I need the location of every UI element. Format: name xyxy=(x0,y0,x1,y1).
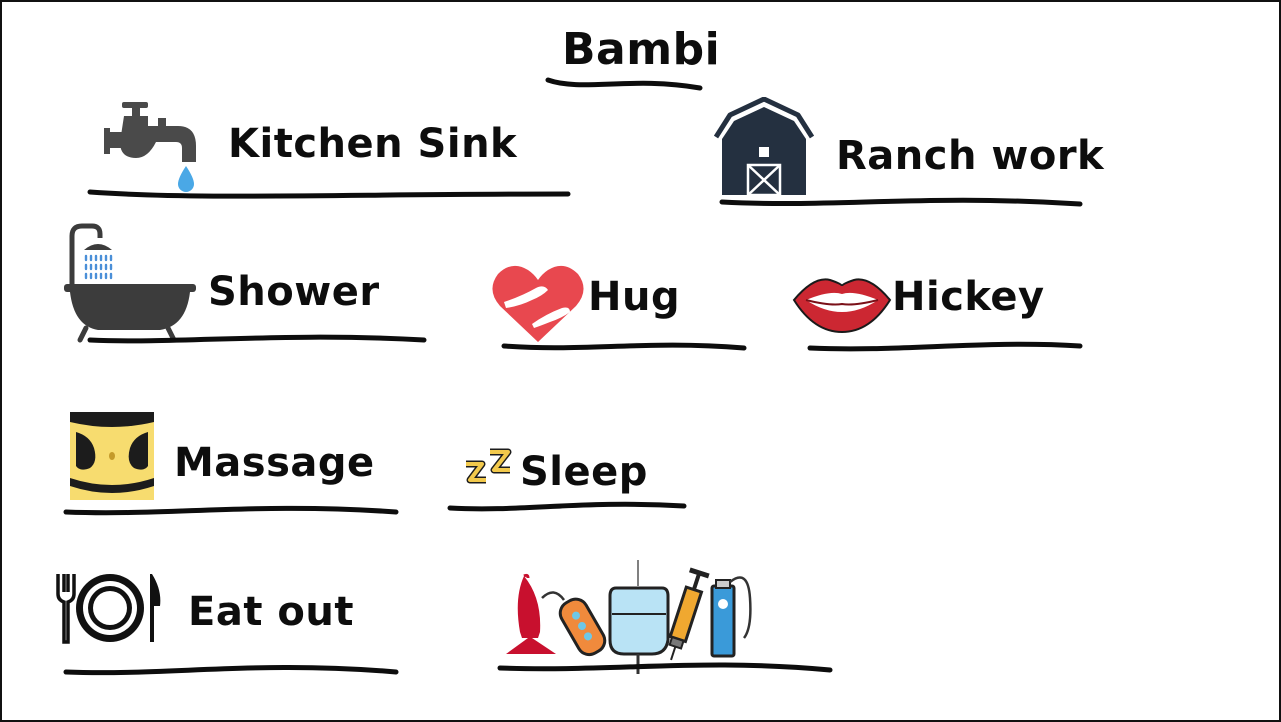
ranch-work-underline xyxy=(719,197,1083,207)
item-label-hickey: Hickey xyxy=(892,274,1045,320)
plate-cutlery-icon xyxy=(56,574,161,644)
page-title: Bambi xyxy=(562,24,721,75)
barn-icon xyxy=(714,97,814,197)
toys-underline xyxy=(497,662,833,673)
item-label-kitchen-sink: Kitchen Sink xyxy=(228,121,518,167)
item-label-hug: Hug xyxy=(588,274,681,320)
bathtub-shower-icon xyxy=(64,223,196,343)
item-label-eat-out: Eat out xyxy=(188,589,354,635)
massage-icon xyxy=(70,412,154,500)
item-label-massage: Massage xyxy=(174,440,375,486)
eat-out-underline xyxy=(63,664,399,676)
item-label-ranch-work: Ranch work xyxy=(836,133,1105,179)
sleep-underline xyxy=(447,501,687,512)
heart-hug-icon xyxy=(492,265,584,342)
lips-icon xyxy=(792,278,892,334)
hickey-underline xyxy=(807,341,1083,352)
shower-underline xyxy=(87,334,427,344)
massage-underline xyxy=(63,505,399,516)
canvas: Bambi Kitchen Sink Ranch work Shower Hug… xyxy=(0,0,1281,722)
zz-sleep-icon xyxy=(466,448,512,484)
item-label-shower: Shower xyxy=(208,269,380,315)
kitchen-sink-underline xyxy=(87,189,571,199)
hug-underline xyxy=(501,342,747,351)
item-label-sleep: Sleep xyxy=(520,449,648,495)
title-underline xyxy=(545,77,703,91)
